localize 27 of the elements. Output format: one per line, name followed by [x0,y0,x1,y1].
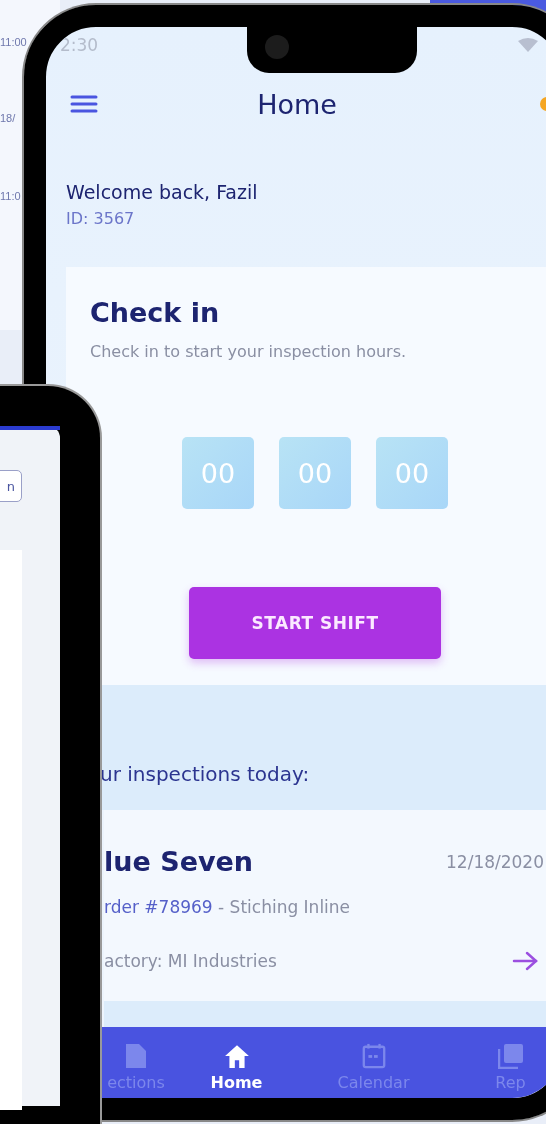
inspection-date: 12/18/2020 [446,851,544,872]
order-number: rder #78969 [104,897,213,917]
card-subtitle: Check in to start your inspection hours. [90,342,408,361]
timer-digits: 00 [376,437,448,509]
section-heading: ur inspections today: [100,762,310,786]
arrow-right-icon[interactable] [512,951,538,971]
document-icon [123,1042,149,1069]
start-shift-button[interactable]: START SHIFT [189,587,441,659]
wifi-icon [518,38,538,52]
user-id: ID: 3567 [66,209,136,228]
inspection-card[interactable]: lue Seven 12/18/2020 rder #78969 - Stiching Inline actory: MI Industries [104,810,546,1001]
calendar-icon [360,1042,387,1069]
inspection-type: - Stiching Inline [218,897,351,917]
factory-name: actory: MI Industries [104,951,277,971]
time-label: 11:00 [0,36,27,48]
tablet-button[interactable]: n [0,470,22,502]
stacked-pages-icon [497,1042,524,1069]
welcome-text: Welcome back, Fazil [66,181,259,203]
timer-digits: 00 [279,437,351,509]
card-title: Check in [90,297,221,328]
screen-title: Home [257,88,337,120]
timer-digits: 00 [182,437,254,509]
menu-icon[interactable] [70,94,98,114]
time-label: 18/ [0,112,16,124]
nav-tab[interactable]: Home [168,1027,305,1098]
time-label: 11:0 [0,190,21,202]
inspection-name: lue Seven [104,846,254,877]
